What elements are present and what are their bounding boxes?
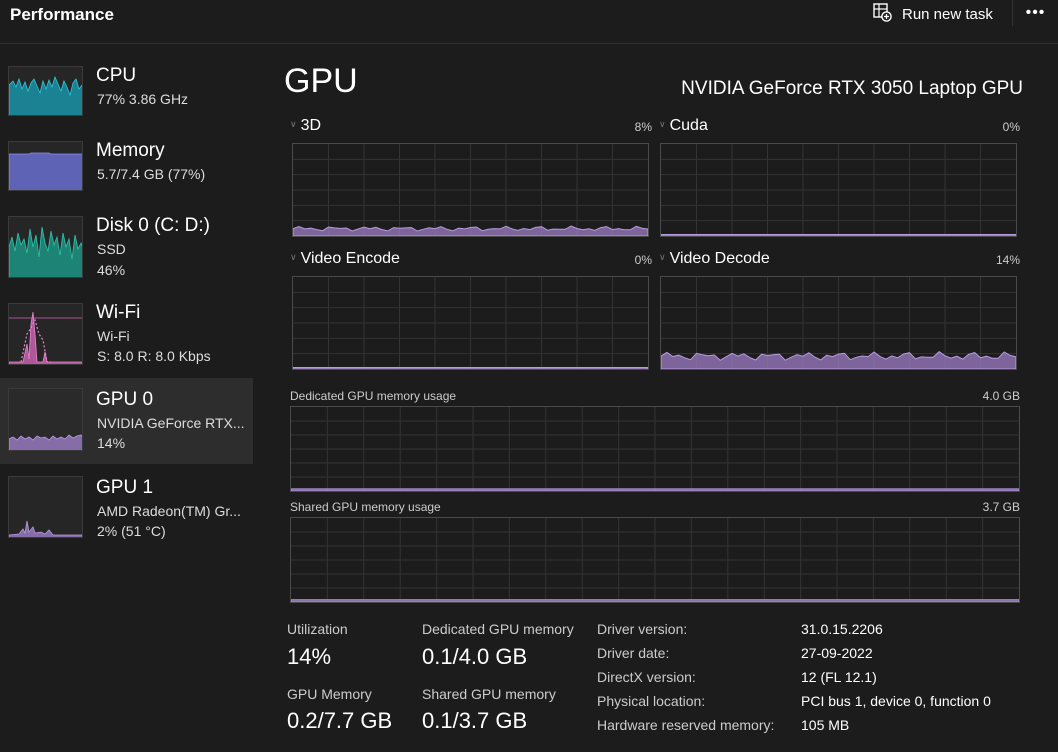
wifi-thumbnail-fill bbox=[9, 311, 82, 364]
engine-selector-cuda[interactable]: ∨ Cuda bbox=[659, 117, 708, 135]
engine-usage-area bbox=[661, 351, 1016, 369]
info-value: 31.0.15.2206 bbox=[801, 621, 883, 637]
sidebar-item-name: Memory bbox=[96, 140, 165, 161]
chevron-down-icon: ∨ bbox=[290, 252, 297, 262]
utilization-label: Utilization bbox=[287, 621, 348, 637]
shared-memory-graph-max: 3.7 GB bbox=[982, 500, 1020, 514]
gpu0-thumbnail-graph bbox=[8, 388, 83, 451]
sidebar-item-wifi[interactable]: Wi-Fi Wi-Fi S: 8.0 R: 8.0 Kbps bbox=[0, 297, 253, 383]
engine-graph-cuda bbox=[660, 143, 1017, 237]
gpu0-thumbnail-fill bbox=[9, 434, 82, 450]
chevron-down-icon: ∨ bbox=[290, 119, 297, 129]
engine-graph-video-decode bbox=[660, 276, 1017, 370]
sidebar-item-detail-2: 46% bbox=[97, 262, 126, 278]
gpu1-thumbnail-graph bbox=[8, 476, 83, 538]
shared-memory-graph-label: Shared GPU memory usage bbox=[290, 500, 441, 514]
disk-thumbnail-fill bbox=[9, 226, 82, 277]
engine-label: Cuda bbox=[669, 117, 708, 134]
info-key: Physical location: bbox=[597, 693, 706, 709]
sidebar-item-detail: AMD Radeon(TM) Gr... bbox=[97, 503, 241, 519]
engine-selector-3d[interactable]: ∨ 3D bbox=[290, 117, 321, 135]
sidebar-item-detail-2: 2% (51 °C) bbox=[97, 523, 166, 539]
info-key: Hardware reserved memory: bbox=[597, 717, 775, 733]
engine-label: 3D bbox=[300, 117, 322, 134]
gpu-model-name: NVIDIA GeForce RTX 3050 Laptop GPU bbox=[681, 78, 1023, 99]
more-options-button[interactable]: ••• bbox=[1012, 0, 1058, 26]
engine-graph-video-encode bbox=[292, 276, 649, 370]
info-key: Driver date: bbox=[597, 645, 670, 661]
info-key: Driver version: bbox=[597, 621, 688, 637]
shared-memory-value: 0.1/3.7 GB bbox=[422, 708, 528, 733]
sidebar-item-cpu[interactable]: CPU 77% 3.86 GHz bbox=[0, 60, 253, 146]
info-value: PCI bus 1, device 0, function 0 bbox=[801, 693, 991, 709]
info-key: DirectX version: bbox=[597, 669, 696, 685]
cpu-thumbnail-graph bbox=[8, 66, 83, 116]
gpu1-thumbnail-fill bbox=[9, 520, 82, 537]
run-task-icon bbox=[872, 2, 892, 26]
memory-usage-area bbox=[291, 488, 1019, 491]
engine-percent: 0% bbox=[634, 253, 652, 267]
more-icon: ••• bbox=[1025, 4, 1046, 21]
title-bar: Performance Run new task ••• bbox=[0, 0, 1058, 44]
shared-memory-graph bbox=[290, 517, 1020, 603]
gpu-memory-label: GPU Memory bbox=[287, 686, 372, 702]
chevron-down-icon: ∨ bbox=[659, 252, 666, 262]
sidebar: CPU 77% 3.86 GHz Memory 5.7/7.4 GB (77%)… bbox=[0, 44, 255, 752]
engine-percent: 8% bbox=[634, 120, 652, 134]
sidebar-item-name: GPU 0 bbox=[96, 389, 154, 410]
sidebar-item-detail: Wi-Fi bbox=[97, 328, 130, 344]
sidebar-item-detail: SSD bbox=[97, 241, 126, 257]
run-new-task-button[interactable]: Run new task bbox=[872, 2, 993, 26]
sidebar-item-detail-2: 14% bbox=[97, 435, 126, 451]
sidebar-item-name: Wi-Fi bbox=[96, 302, 141, 323]
engine-percent: 0% bbox=[1002, 120, 1020, 134]
engine-usage-area bbox=[293, 367, 648, 369]
shared-memory-label: Shared GPU memory bbox=[422, 686, 556, 702]
engine-selector-video-encode[interactable]: ∨ Video Encode bbox=[290, 250, 400, 268]
sidebar-item-memory[interactable]: Memory 5.7/7.4 GB (77%) bbox=[0, 135, 253, 221]
engine-selector-video-decode[interactable]: ∨ Video Decode bbox=[659, 250, 770, 268]
dedicated-memory-graph-max: 4.0 GB bbox=[982, 389, 1020, 403]
sidebar-item-detail: 77% 3.86 GHz bbox=[97, 91, 189, 107]
memory-thumbnail-fill bbox=[9, 152, 82, 190]
engine-usage-area bbox=[661, 234, 1016, 236]
sidebar-item-detail: 5.7/7.4 GB (77%) bbox=[97, 166, 206, 182]
page-title: Performance bbox=[10, 5, 114, 24]
engine-label: Video Decode bbox=[669, 250, 770, 267]
cpu-thumbnail-fill bbox=[9, 75, 82, 115]
disk-thumbnail-graph bbox=[8, 216, 83, 278]
engine-graph-3d bbox=[292, 143, 649, 237]
dedicated-memory-graph-label: Dedicated GPU memory usage bbox=[290, 389, 457, 403]
engine-label: Video Encode bbox=[300, 250, 400, 267]
sidebar-item-name: Disk 0 (C: D:) bbox=[96, 215, 210, 236]
gpu-memory-value: 0.2/7.7 GB bbox=[287, 708, 393, 733]
dedicated-memory-label: Dedicated GPU memory bbox=[422, 621, 574, 637]
dedicated-memory-value: 0.1/4.0 GB bbox=[422, 644, 528, 669]
wifi-thumbnail-graph bbox=[8, 303, 83, 365]
engine-usage-area bbox=[293, 225, 648, 236]
chevron-down-icon: ∨ bbox=[659, 119, 666, 129]
sidebar-item-disk[interactable]: Disk 0 (C: D:) SSD 46% bbox=[0, 210, 253, 296]
sidebar-item-detail-2: S: 8.0 R: 8.0 Kbps bbox=[97, 348, 211, 364]
memory-thumbnail-graph bbox=[8, 141, 83, 191]
dedicated-memory-graph bbox=[290, 406, 1020, 492]
info-value: 12 (FL 12.1) bbox=[801, 669, 877, 685]
memory-usage-area bbox=[291, 599, 1019, 602]
sidebar-item-name: GPU 1 bbox=[96, 477, 154, 498]
info-value: 27-09-2022 bbox=[801, 645, 873, 661]
engine-percent: 14% bbox=[995, 253, 1020, 267]
sidebar-item-gpu-1[interactable]: GPU 1 AMD Radeon(TM) Gr... 2% (51 °C) bbox=[0, 470, 253, 556]
info-value: 105 MB bbox=[801, 717, 850, 733]
sidebar-item-name: CPU bbox=[96, 65, 137, 86]
sidebar-item-detail: NVIDIA GeForce RTX... bbox=[97, 415, 245, 431]
main-title: GPU bbox=[284, 62, 358, 100]
utilization-value: 14% bbox=[287, 644, 332, 669]
sidebar-item-gpu-0[interactable]: GPU 0 NVIDIA GeForce RTX... 14% bbox=[0, 378, 253, 464]
run-new-task-label: Run new task bbox=[902, 5, 993, 23]
